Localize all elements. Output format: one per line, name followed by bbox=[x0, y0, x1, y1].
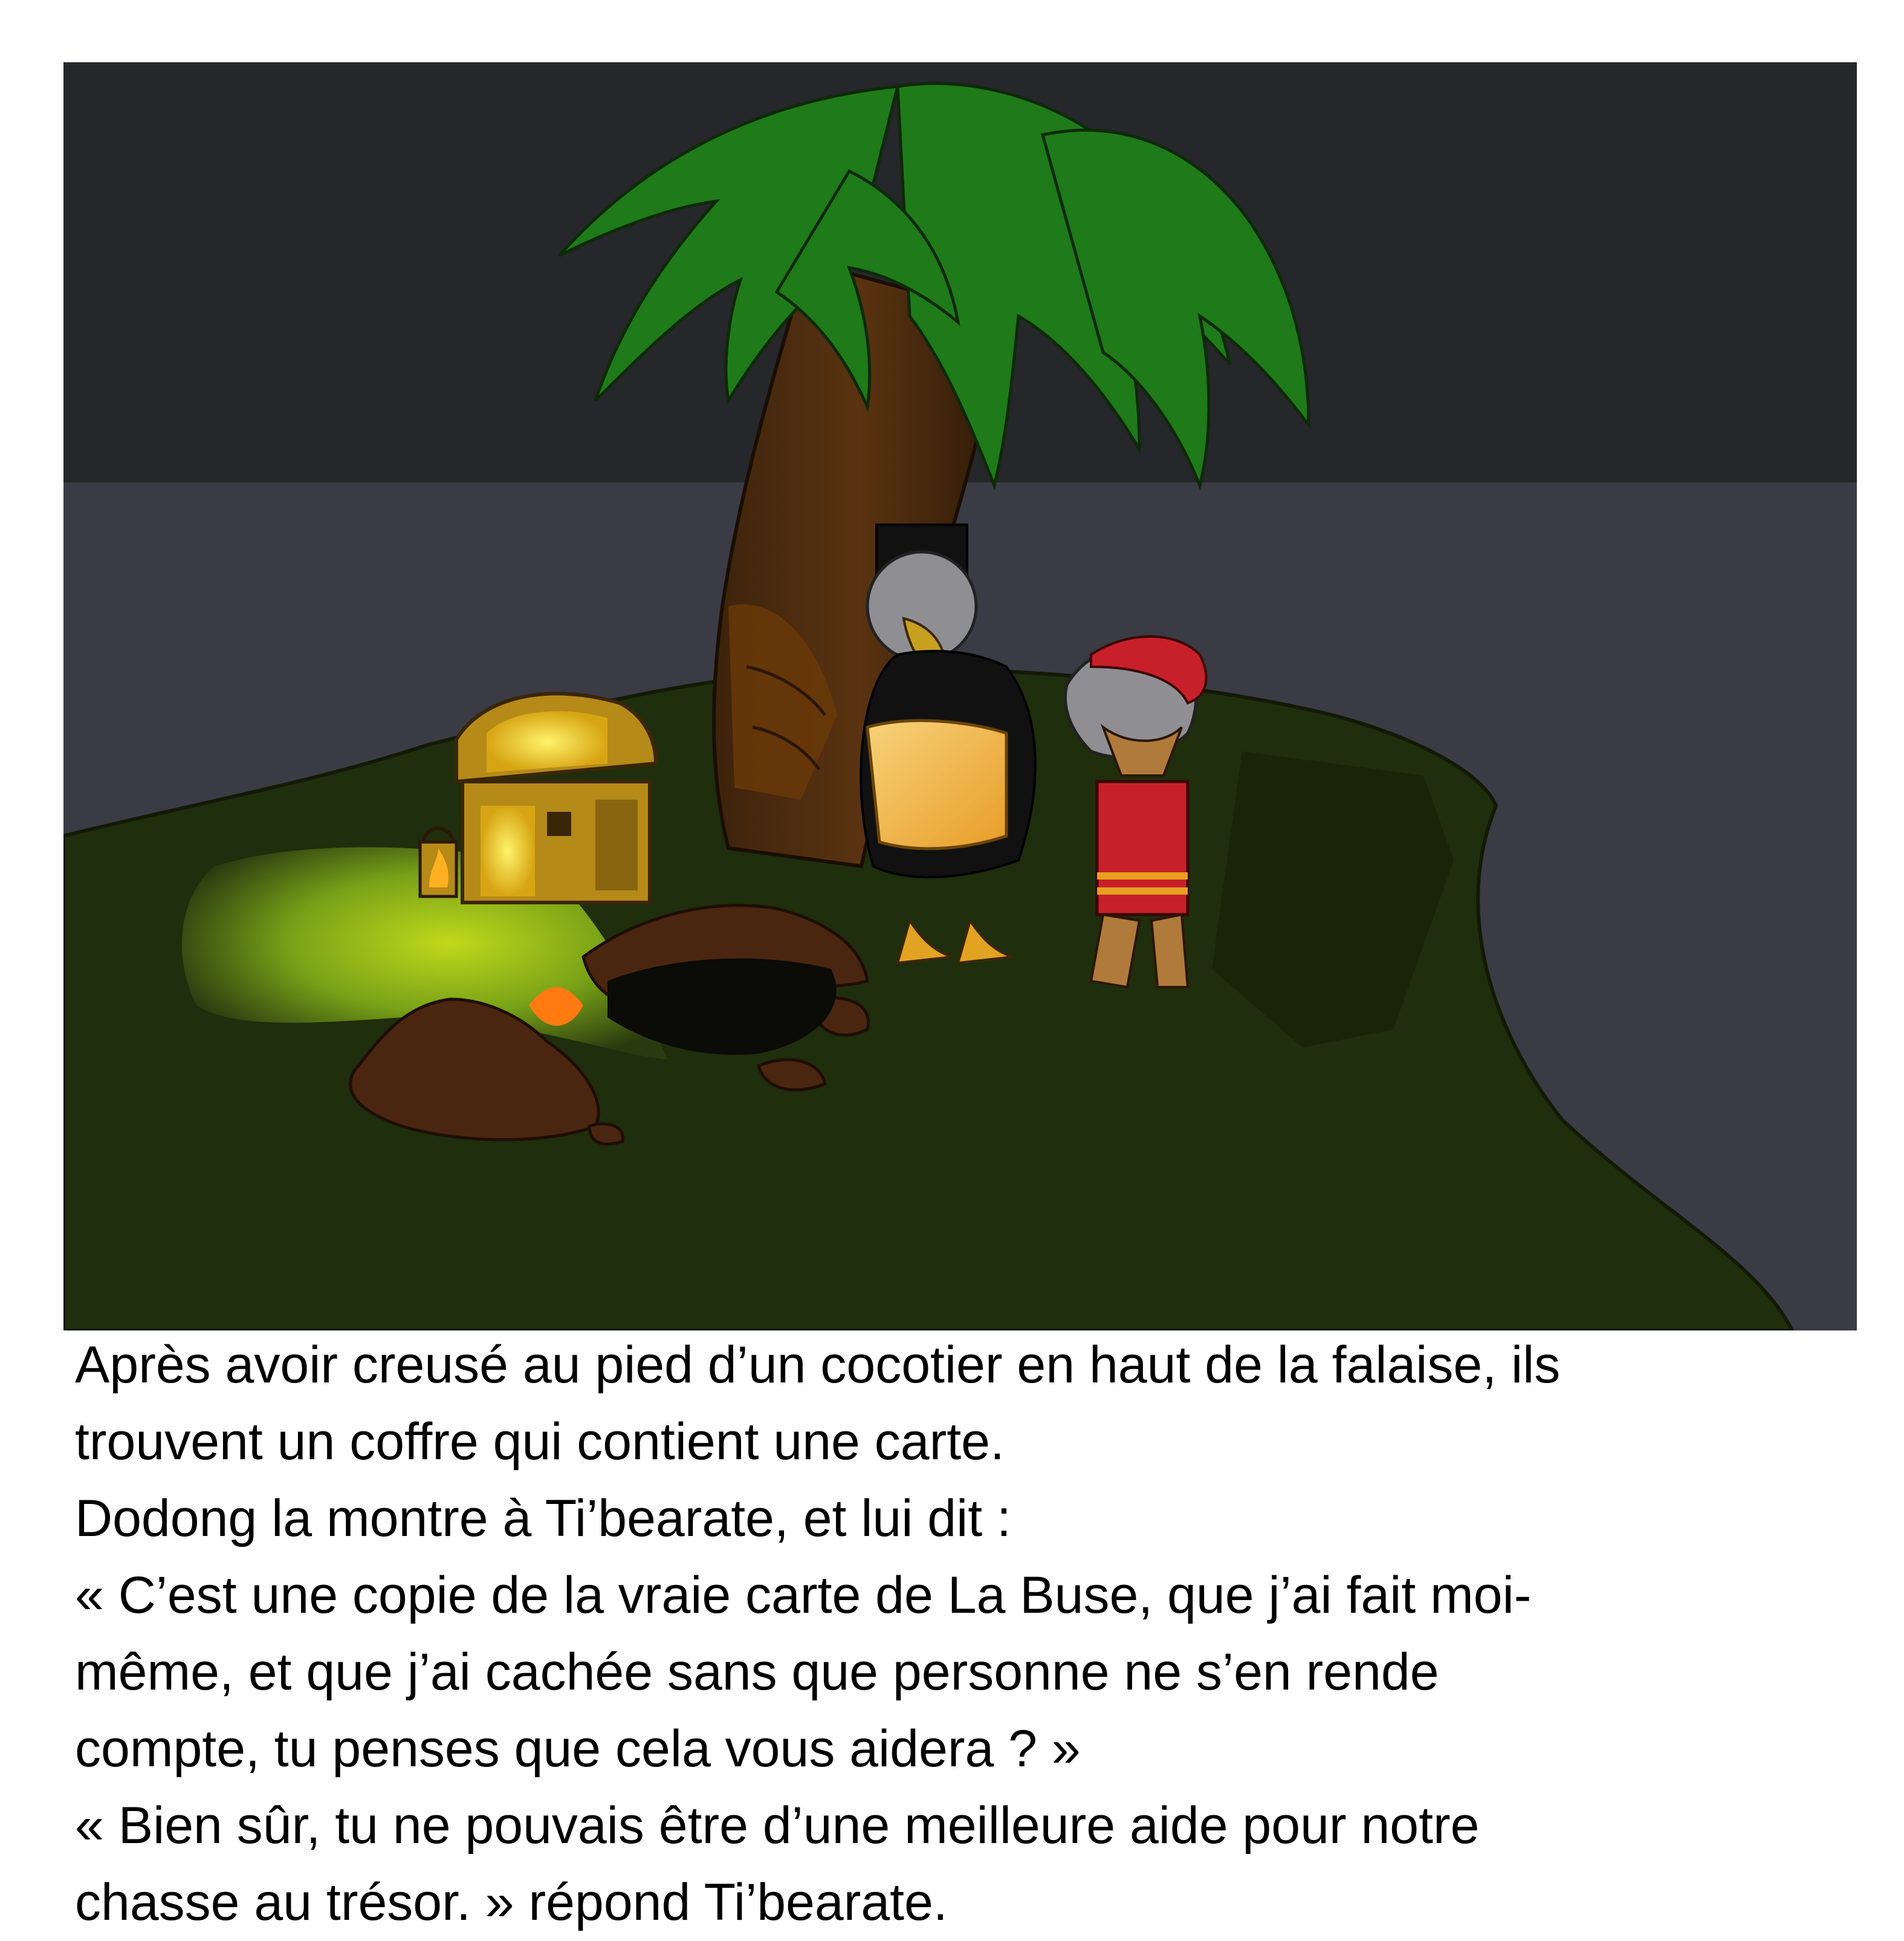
treasure-map bbox=[866, 719, 1008, 851]
caption-line: chasse au trésor. » répond Ti’bearate. bbox=[75, 1873, 948, 1931]
story-caption: Après avoir creusé au pied d’un cocotier… bbox=[75, 1327, 1864, 1941]
caption-line: même, et que j’ai cachée sans que person… bbox=[75, 1643, 1439, 1701]
caption-line: Après avoir creusé au pied d’un cocotier… bbox=[75, 1336, 1561, 1394]
caption-line: compte, tu penses que cela vous aidera ?… bbox=[75, 1720, 1081, 1778]
caption-line: « Bien sûr, tu ne pouvais être d’une mei… bbox=[75, 1797, 1480, 1855]
treasure-chest bbox=[455, 692, 658, 904]
caption-line: trouvent un coffre qui contient une cart… bbox=[75, 1413, 1005, 1471]
caption-line: Dodong la montre à Ti’bearate, et lui di… bbox=[75, 1489, 1011, 1547]
story-illustration bbox=[63, 62, 1857, 1330]
caption-line: « C’est une copie de la vraie carte de L… bbox=[75, 1566, 1532, 1624]
